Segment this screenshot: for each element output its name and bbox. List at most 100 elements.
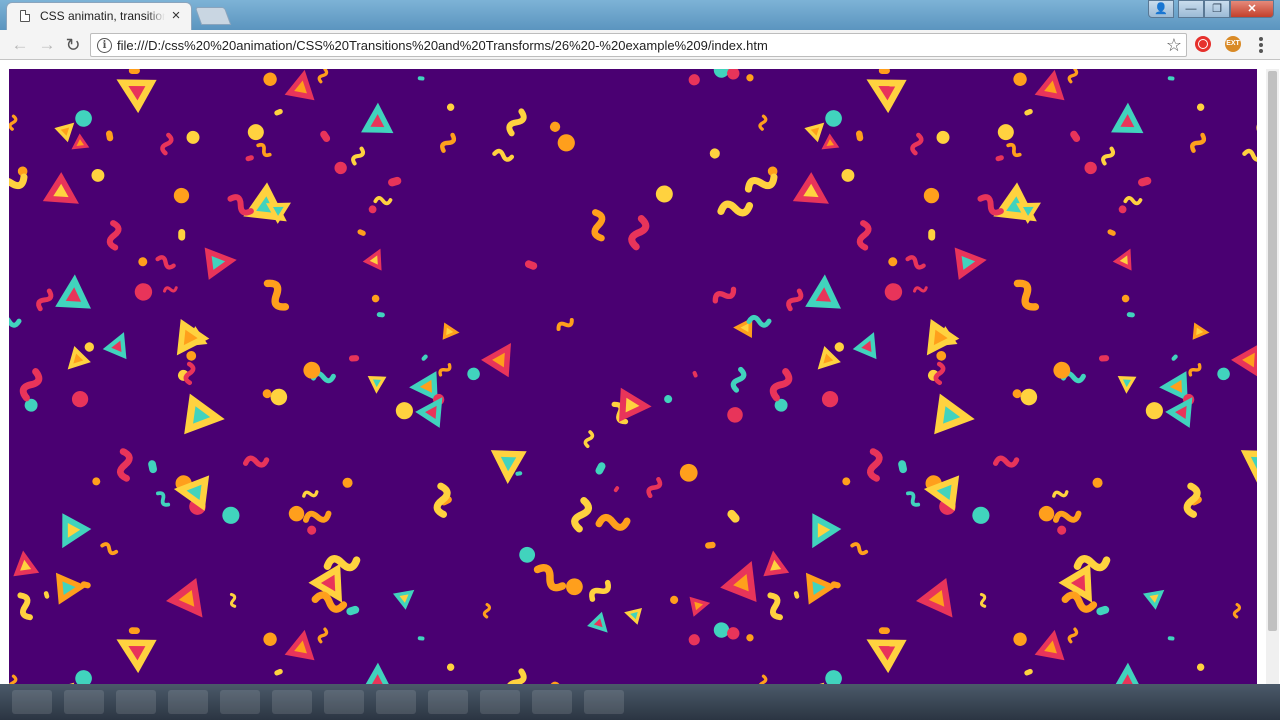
confetti-shape (805, 274, 841, 309)
confetti-shape (688, 634, 700, 646)
confetti-shape (713, 622, 730, 638)
window-titlebar: CSS animatin, transitions × 👤 — ❐ ✕ (0, 0, 1280, 30)
taskbar-item[interactable] (168, 690, 208, 714)
reload-button[interactable]: ↻ (62, 34, 84, 56)
confetti-shape (446, 103, 455, 111)
extension-block-icon[interactable] (1195, 36, 1211, 52)
confetti-shape (709, 148, 720, 159)
confetti-shape (786, 288, 804, 312)
confetti-shape (1196, 103, 1205, 111)
confetti-shape (923, 187, 940, 204)
confetti-shape (178, 228, 186, 241)
confetti-shape (1107, 229, 1116, 236)
confetti-shape (84, 342, 95, 352)
confetti-shape (727, 509, 740, 523)
taskbar-item[interactable] (584, 690, 624, 714)
taskbar-item[interactable] (272, 690, 312, 714)
confetti-shape (587, 611, 608, 633)
confetti-shape (1067, 69, 1079, 84)
confetti-shape (679, 463, 698, 482)
url-text[interactable]: file:///D:/css%20%20animation/CSS%20Tran… (117, 38, 768, 53)
confetti-shape (1192, 322, 1210, 340)
confetti-shape (367, 375, 387, 394)
confetti-shape (763, 550, 790, 577)
close-window-button[interactable]: ✕ (1230, 0, 1274, 18)
taskbar-item[interactable] (220, 690, 260, 714)
confetti-shape (1167, 636, 1175, 641)
taskbar-item[interactable] (532, 690, 572, 714)
document-icon (20, 10, 30, 22)
confetti-shape (91, 168, 105, 182)
confetti-shape (825, 110, 842, 127)
info-icon[interactable]: i (97, 38, 112, 53)
confetti-shape (928, 228, 936, 241)
confetti-shape (417, 76, 425, 81)
confetti-shape (628, 215, 650, 251)
confetti-shape (75, 670, 92, 684)
scrollbar-thumb[interactable] (1268, 71, 1277, 631)
confetti-shape (116, 79, 157, 114)
confetti-shape (884, 283, 903, 301)
confetti-shape (533, 564, 567, 592)
confetti-shape (591, 209, 606, 242)
confetti-shape (834, 342, 845, 352)
confetti-shape (556, 317, 574, 331)
confetti-shape (689, 596, 711, 617)
confetti-shape (183, 361, 196, 386)
confetti-shape (878, 69, 890, 75)
confetti-shape (905, 255, 926, 270)
taskbar-start-item[interactable] (12, 690, 52, 714)
confetti-shape (997, 124, 1014, 141)
confetti-shape (392, 589, 415, 610)
minimize-button[interactable]: — (1178, 0, 1204, 18)
confetti-shape (1020, 388, 1038, 406)
taskbar-item[interactable] (376, 690, 416, 714)
confetti-shape (128, 69, 140, 75)
address-bar[interactable]: i file:///D:/css%20%20animation/CSS%20Tr… (90, 33, 1187, 57)
maximize-button[interactable]: ❐ (1204, 0, 1230, 18)
confetti-shape (102, 332, 127, 360)
taskbar-item[interactable] (116, 690, 156, 714)
confetti-shape (1013, 279, 1040, 311)
confetti-shape (842, 477, 851, 486)
confetti-shape (36, 288, 54, 312)
confetti-shape (421, 354, 428, 361)
confetti-shape (913, 286, 928, 293)
tab-close-icon[interactable]: × (168, 7, 184, 25)
taskbar-item[interactable] (64, 690, 104, 714)
confetti-shape (1123, 196, 1143, 206)
back-button[interactable]: ← (9, 34, 31, 56)
new-tab-button[interactable] (194, 7, 232, 25)
taskbar-item[interactable] (480, 690, 520, 714)
confetti-shape (481, 342, 512, 378)
confetti-shape (1232, 602, 1242, 619)
confetti-shape (571, 496, 592, 533)
vertical-scrollbar[interactable] (1266, 69, 1279, 684)
taskbar-item[interactable] (428, 690, 468, 714)
confetti-shape (817, 346, 841, 370)
confetti-shape (9, 674, 18, 684)
bookmark-star-icon[interactable]: ☆ (1166, 34, 1182, 56)
confetti-shape (1217, 367, 1230, 381)
browser-menu-icon[interactable] (1255, 35, 1267, 55)
confetti-shape (519, 546, 536, 563)
forward-button[interactable]: → (36, 34, 58, 56)
confetti-shape (878, 627, 890, 635)
confetti-shape (155, 255, 176, 270)
confetti-shape (717, 200, 754, 217)
confetti-shape (515, 471, 523, 476)
confetti-shape (1190, 132, 1207, 153)
extension-icon[interactable]: EXT (1225, 36, 1241, 52)
confetti-shape (71, 133, 90, 150)
confetti-shape (1034, 629, 1065, 661)
confetti-shape (769, 368, 793, 402)
confetti-shape (936, 130, 950, 144)
browser-tab[interactable]: CSS animatin, transitions × (6, 2, 192, 30)
taskbar-item[interactable] (324, 690, 364, 714)
confetti-shape (342, 477, 353, 488)
confetti-shape (395, 402, 413, 420)
confetti-shape (595, 513, 631, 531)
user-profile-button[interactable]: 👤 (1148, 0, 1174, 18)
confetti-shape (821, 390, 839, 408)
confetti-shape (727, 407, 743, 423)
